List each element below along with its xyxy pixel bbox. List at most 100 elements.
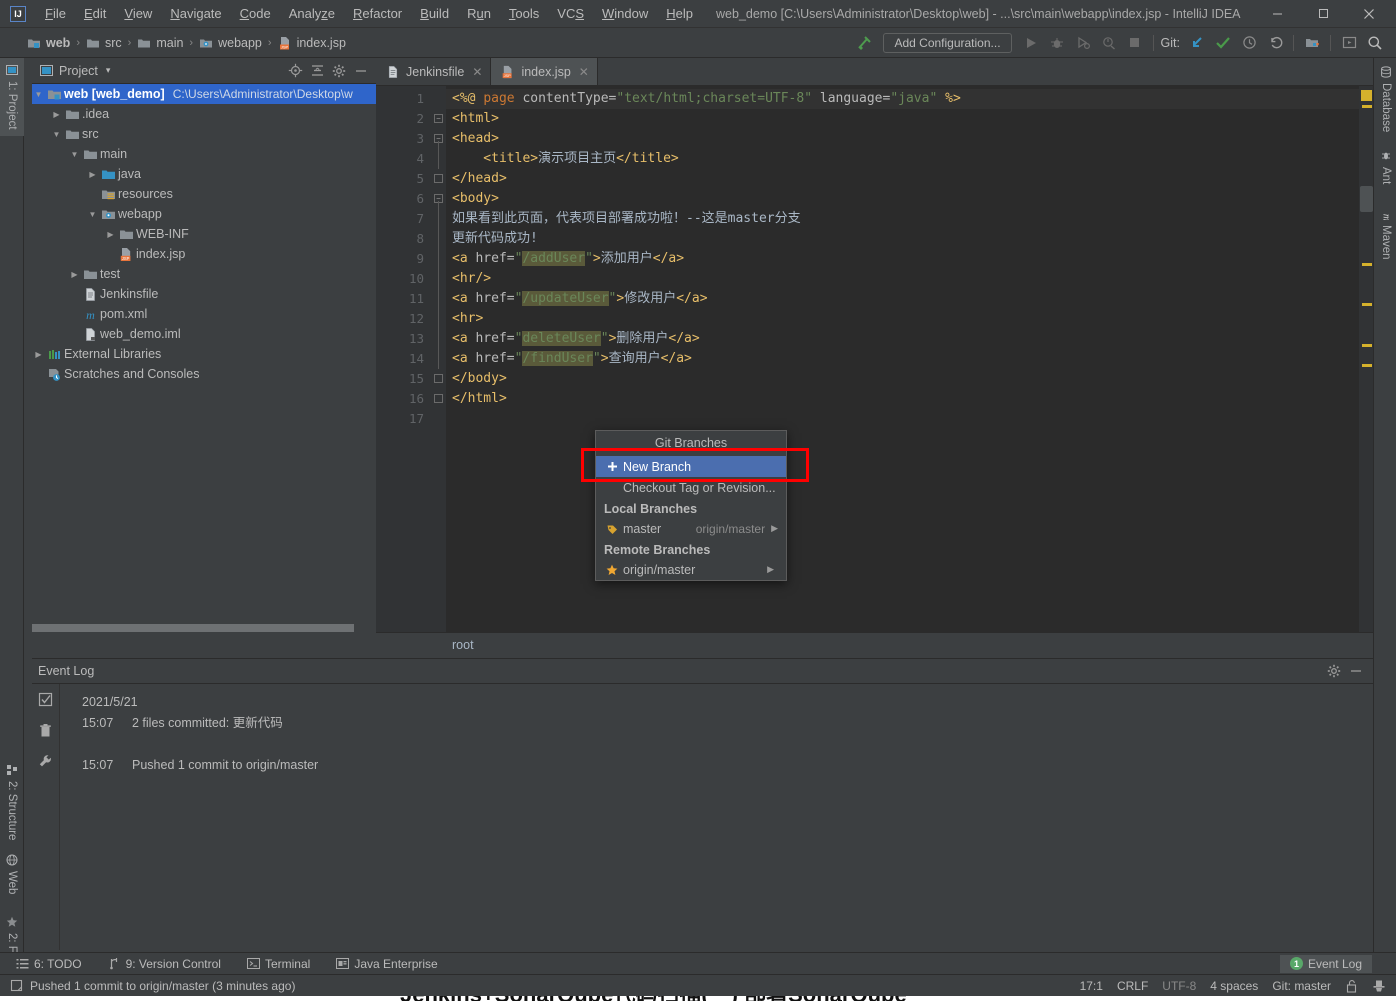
chevron-right-icon[interactable]: ▶ (767, 564, 774, 575)
chevron-right-icon[interactable]: ▶ (32, 350, 45, 359)
warning-marker[interactable] (1361, 90, 1372, 101)
tree-node-webapp[interactable]: ▼ webapp (32, 204, 376, 224)
tree-node-pomxml[interactable]: m pom.xml (32, 304, 376, 324)
menu-item-window[interactable]: Window (593, 2, 657, 25)
fold-expand-icon[interactable] (434, 174, 443, 183)
tree-node-iml[interactable]: web_demo.iml (32, 324, 376, 344)
fold-marker-html[interactable]: − (432, 109, 446, 129)
fold-marker-html-end[interactable] (432, 389, 446, 409)
menu-item-file[interactable]: File (36, 2, 75, 25)
add-configuration-button[interactable]: Add Configuration... (883, 32, 1012, 53)
sidebar-item-ant[interactable]: Ant (1374, 144, 1396, 198)
branch-item-master[interactable]: master origin/master ▶ (596, 518, 786, 539)
change-marker[interactable] (1362, 105, 1372, 108)
code-text[interactable]: <%@ page contentType="text/html;charset=… (446, 86, 1359, 632)
sidebar-item-web[interactable]: Web (0, 848, 24, 906)
tree-node-idea[interactable]: ▶ .idea (32, 104, 376, 124)
git-branch-widget[interactable]: Git: master (1272, 979, 1331, 993)
chevron-down-icon[interactable]: ▼ (50, 130, 63, 139)
scrollbar-thumb[interactable] (32, 624, 354, 632)
close-icon[interactable]: ✕ (579, 65, 589, 79)
breadcrumb-item-indexjsp[interactable]: JSP index.jsp (275, 34, 349, 52)
line-separator[interactable]: CRLF (1117, 979, 1148, 993)
tree-node-java[interactable]: ▶ java (32, 164, 376, 184)
fold-expand-icon[interactable] (434, 374, 443, 383)
tree-node-external-libraries[interactable]: ▶ External Libraries (32, 344, 376, 364)
sidebar-item-structure[interactable]: 2: Structure (0, 758, 24, 844)
tree-node-main[interactable]: ▼ main (32, 144, 376, 164)
search-everywhere-icon[interactable] (1362, 31, 1388, 55)
tree-node-webinf[interactable]: ▶ WEB-INF (32, 224, 376, 244)
chevron-right-icon[interactable]: ▶ (86, 170, 99, 179)
settings-gear-icon[interactable] (1323, 660, 1345, 682)
project-panel-horizontal-scrollbar[interactable] (32, 624, 376, 632)
new-branch-menu-item[interactable]: New Branch (596, 456, 786, 477)
close-icon[interactable]: ✕ (472, 65, 482, 79)
sidebar-item-database[interactable]: Database (1374, 60, 1396, 140)
fold-marker-head-end[interactable] (432, 169, 446, 189)
menu-item-run[interactable]: Run (458, 2, 500, 25)
commit-icon[interactable] (1210, 31, 1236, 55)
build-hammer-icon[interactable] (851, 31, 877, 55)
trash-icon[interactable] (38, 723, 53, 738)
tree-node-test[interactable]: ▶ test (32, 264, 376, 284)
settings-gear-icon[interactable] (328, 60, 350, 82)
change-marker[interactable] (1362, 364, 1372, 367)
fold-marker-body-end[interactable] (432, 369, 446, 389)
tree-node-web[interactable]: ▼ web [web_demo] C:\Users\Administrator\… (32, 84, 376, 104)
fold-marker-head[interactable]: − (432, 129, 446, 149)
stop-icon[interactable] (1122, 31, 1148, 55)
breadcrumb-item-src[interactable]: src (83, 34, 125, 52)
hide-icon[interactable] (350, 60, 372, 82)
tree-node-jenkinsfile[interactable]: Jenkinsfile (32, 284, 376, 304)
breadcrumb-item-webapp[interactable]: webapp (196, 34, 265, 52)
menu-item-vcs[interactable]: VCS (548, 2, 593, 25)
editor-scrollbar-thumb[interactable] (1360, 186, 1373, 212)
breadcrumb-item-main[interactable]: main (134, 34, 186, 52)
run-icon[interactable] (1018, 31, 1044, 55)
history-icon[interactable] (1236, 31, 1262, 55)
menu-item-code[interactable]: Code (231, 2, 280, 25)
event-log-toggle-button[interactable]: 1 Event Log (1279, 954, 1372, 973)
fold-expand-icon[interactable] (434, 394, 443, 403)
branch-item-origin-master[interactable]: origin/master ▶ (596, 559, 786, 580)
chevron-down-icon[interactable]: ▼ (86, 210, 99, 219)
project-structure-icon[interactable] (1299, 31, 1325, 55)
indent-setting[interactable]: 4 spaces (1210, 979, 1258, 993)
rollback-icon[interactable] (1262, 31, 1288, 55)
menu-item-build[interactable]: Build (411, 2, 458, 25)
chevron-right-icon[interactable]: ▶ (68, 270, 81, 279)
run-with-coverage-icon[interactable] (1070, 31, 1096, 55)
menu-item-help[interactable]: Help (657, 2, 702, 25)
mark-all-read-icon[interactable] (38, 692, 53, 707)
chevron-right-icon[interactable]: ▶ (771, 523, 778, 534)
tree-node-scratches[interactable]: Scratches and Consoles (32, 364, 376, 384)
chevron-down-icon[interactable]: ▼ (68, 150, 81, 159)
change-marker[interactable] (1362, 303, 1372, 306)
event-log-entry[interactable]: 15:07 2 files committed: 更新代码 (82, 713, 1373, 734)
sidebar-item-project[interactable]: 1: Project (0, 58, 24, 136)
editor-marker-gutter[interactable] (1359, 86, 1373, 632)
bottom-tab-terminal[interactable]: Terminal (237, 955, 320, 973)
bottom-tab-java-enterprise[interactable]: Java Enterprise (326, 955, 447, 973)
menu-item-tools[interactable]: Tools (500, 2, 548, 25)
caret-position[interactable]: 17:1 (1080, 979, 1103, 993)
bottom-tab-version-control[interactable]: 9: Version Control (98, 955, 231, 973)
checkout-tag-or-revision-menu-item[interactable]: Checkout Tag or Revision... (596, 477, 786, 498)
menu-item-refactor[interactable]: Refactor (344, 2, 411, 25)
tree-node-src[interactable]: ▼ src (32, 124, 376, 144)
tree-node-indexjsp[interactable]: JSP index.jsp (32, 244, 376, 264)
locate-icon[interactable] (284, 60, 306, 82)
project-panel-title[interactable]: Project ▾ (40, 64, 110, 78)
menu-item-view[interactable]: View (115, 2, 161, 25)
tab-indexjsp[interactable]: JSP index.jsp ✕ (491, 58, 598, 85)
change-marker[interactable] (1362, 263, 1372, 266)
file-encoding[interactable]: UTF-8 (1162, 979, 1196, 993)
chevron-right-icon[interactable]: ▶ (50, 110, 63, 119)
minimize-button[interactable] (1254, 0, 1300, 28)
close-button[interactable] (1346, 0, 1392, 28)
breadcrumb-item-web[interactable]: web (24, 34, 73, 52)
tree-node-resources[interactable]: resources (32, 184, 376, 204)
code-folding-gutter[interactable]: − − − (432, 86, 446, 632)
bottom-tab-todo[interactable]: 6: TODO (6, 955, 92, 973)
